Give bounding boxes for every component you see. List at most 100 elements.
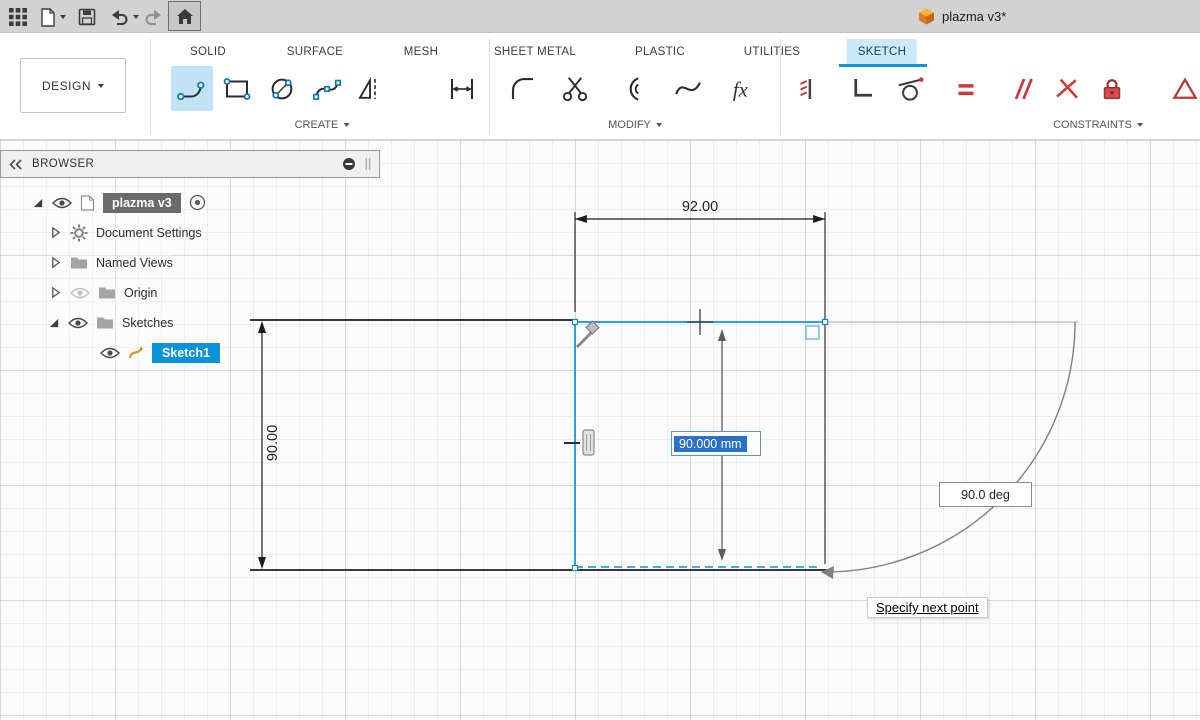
height-dimension-label[interactable]: 90.00: [265, 414, 281, 472]
document-title-area: plazma v3*: [918, 0, 1006, 33]
browser-row-named-views[interactable]: Named Views: [50, 249, 173, 276]
trim-tool-button[interactable]: [554, 66, 596, 111]
length-input-field[interactable]: 90.000 mm: [671, 431, 761, 456]
tab-solid[interactable]: SOLID: [179, 39, 237, 65]
home-view-button[interactable]: [168, 1, 201, 31]
expand-caret-icon[interactable]: [48, 317, 60, 329]
tab-mesh[interactable]: MESH: [393, 39, 449, 65]
function-parameters-button[interactable]: fx: [724, 66, 766, 111]
tab-sketch[interactable]: SKETCH: [846, 39, 918, 65]
visibility-eye-icon[interactable]: [52, 196, 72, 210]
app-grid-menu-button[interactable]: [8, 4, 28, 30]
sketch-dimension-tool-button[interactable]: [441, 66, 483, 111]
line-tool-button[interactable]: [171, 66, 213, 111]
toolbar-divider: [150, 38, 151, 134]
width-dimension-label[interactable]: 92.00: [660, 199, 740, 215]
perpendicular-constraint-glyph: [805, 325, 820, 340]
curve-tool-button[interactable]: [667, 66, 709, 111]
expand-caret-icon[interactable]: [32, 197, 44, 209]
lock-constraint-button[interactable]: [1091, 66, 1133, 111]
app-grid-icon: [9, 8, 27, 26]
fix-constraint-button[interactable]: [787, 66, 829, 111]
spline-tool-button[interactable]: [306, 66, 348, 111]
scissors-trim-icon: [562, 76, 588, 101]
browser-item-label[interactable]: Named Views: [96, 256, 173, 270]
browser-item-label[interactable]: Origin: [124, 286, 157, 300]
undo-button[interactable]: [110, 4, 139, 30]
tab-surface[interactable]: SURFACE: [276, 39, 354, 65]
tab-plastic[interactable]: PLASTIC: [624, 39, 696, 65]
collapse-panel-icon[interactable]: [9, 158, 23, 170]
perpendicular-constraint-button[interactable]: [1046, 66, 1088, 111]
tab-utilities[interactable]: UTILITIES: [733, 39, 811, 65]
gear-icon: [70, 224, 88, 241]
collapsed-caret-icon[interactable]: [50, 286, 62, 299]
visibility-eye-icon[interactable]: [100, 346, 120, 360]
create-group-dropdown[interactable]: CREATE: [295, 119, 350, 131]
offset-tool-button[interactable]: [611, 66, 653, 111]
sketch-point: [571, 318, 579, 326]
collapsed-caret-icon[interactable]: [50, 256, 62, 269]
browser-row-document-settings[interactable]: Document Settings: [50, 219, 202, 246]
home-icon: [176, 8, 193, 24]
parallel-constraint-button[interactable]: [1000, 66, 1042, 111]
redo-icon: [145, 9, 161, 25]
constraints-group-dropdown[interactable]: CONSTRAINTS: [1053, 119, 1143, 131]
browser-row-origin[interactable]: Origin: [50, 279, 158, 306]
sketch-icon: [128, 346, 144, 358]
browser-item-label[interactable]: Sketches: [122, 316, 173, 330]
circle-tool-button[interactable]: [261, 66, 303, 111]
browser-row-sketch1[interactable]: Sketch1: [100, 339, 220, 366]
visibility-hidden-eye-icon[interactable]: [70, 286, 90, 300]
browser-item-label[interactable]: Sketch1: [152, 342, 220, 363]
width-dimension-graphics[interactable]: [574, 212, 826, 564]
folder-icon: [99, 287, 115, 299]
equal-constraint-button[interactable]: [945, 66, 987, 111]
angle-readout-field[interactable]: 90.0 deg: [939, 482, 1032, 507]
browser-row-sketches[interactable]: Sketches: [48, 309, 174, 336]
browser-item-label[interactable]: Document Settings: [96, 226, 202, 240]
crosshair-cursor: [687, 309, 713, 335]
undo-dropdown-caret-icon[interactable]: [133, 15, 139, 19]
modify-group-dropdown[interactable]: MODIFY: [608, 119, 662, 131]
panel-drag-handle-icon[interactable]: [365, 157, 371, 171]
sketch-point: [821, 318, 829, 326]
browser-item-label[interactable]: plazma v3: [103, 192, 181, 213]
new-file-button[interactable]: [40, 4, 66, 30]
workspace-selector-design[interactable]: DESIGN: [20, 58, 126, 113]
tab-plastic-label: PLASTIC: [634, 46, 686, 58]
file-icon: [41, 7, 55, 27]
browser-header[interactable]: BROWSER: [0, 150, 380, 178]
browser-row-document[interactable]: plazma v3: [32, 189, 206, 216]
lock-icon: [1103, 78, 1121, 99]
mirror-tool-button[interactable]: [349, 66, 391, 111]
horizontal-vertical-constraint-button[interactable]: [841, 66, 883, 111]
visibility-eye-icon[interactable]: [68, 316, 88, 330]
tangent-constraint-button[interactable]: [889, 66, 931, 111]
fillet-tool-button[interactable]: [502, 66, 544, 111]
tab-sheet-metal[interactable]: SHEET METAL: [483, 39, 587, 65]
component-document-icon: [80, 194, 95, 211]
folder-icon: [71, 257, 87, 269]
tab-mesh-label: MESH: [403, 46, 439, 58]
create-group-label: CREATE: [294, 119, 339, 131]
fillet-tool-icon: [511, 77, 533, 99]
new-file-dropdown-caret-icon[interactable]: [60, 15, 66, 19]
remove-filter-icon[interactable]: [342, 157, 356, 171]
sketch-canvas[interactable]: 92.00 90.00 90.000 mm 90.0 deg Specify n…: [0, 140, 1200, 720]
save-button[interactable]: [78, 4, 96, 30]
rectangle-tool-icon: [223, 77, 251, 100]
collapsed-caret-icon[interactable]: [50, 226, 62, 239]
offset-tool-icon: [629, 76, 639, 101]
length-input-value[interactable]: 90.000 mm: [674, 435, 747, 452]
svg-text:fx: fx: [733, 79, 748, 101]
rectangle-tool-button[interactable]: [216, 66, 258, 111]
symmetry-constraint-button[interactable]: [1164, 66, 1200, 111]
midpoint-grip-handle[interactable]: [564, 429, 595, 456]
tab-surface-label: SURFACE: [286, 46, 344, 58]
create-group-caret-icon: [343, 123, 350, 127]
activate-component-radio-icon[interactable]: [189, 194, 206, 211]
application-titlebar: plazma v3*: [0, 0, 1200, 33]
workspace-dropdown-caret-icon: [98, 83, 104, 88]
document-cube-icon: [919, 8, 934, 25]
